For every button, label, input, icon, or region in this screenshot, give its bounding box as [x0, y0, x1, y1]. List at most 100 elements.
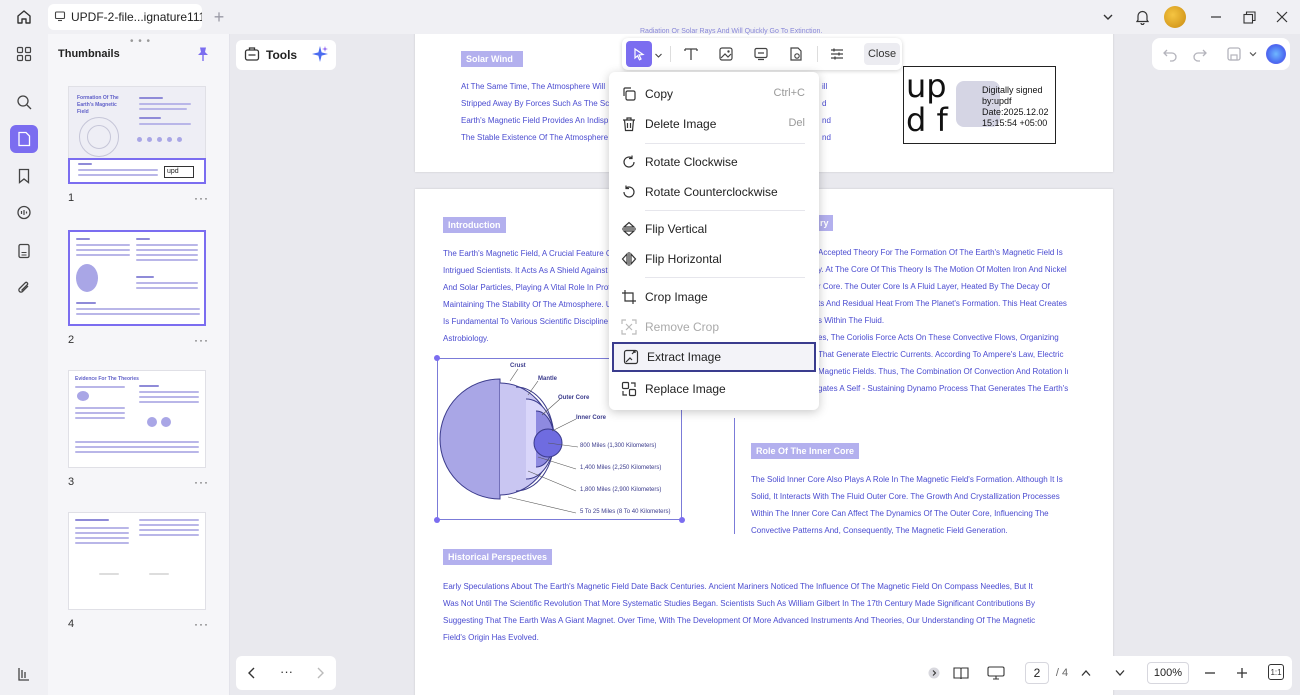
reading-mode-icon[interactable] — [952, 662, 970, 684]
layers-icon[interactable] — [10, 660, 38, 688]
thumbnail-page-4[interactable] — [68, 512, 206, 610]
edit-image-toolbar: Close — [622, 38, 902, 70]
resize-handle[interactable] — [679, 517, 685, 523]
page-up-icon[interactable] — [1078, 662, 1094, 684]
thumbnail-page-2[interactable] — [68, 230, 206, 326]
previous-icon[interactable] — [246, 666, 258, 683]
thumb-line — [136, 244, 198, 246]
toolbox-icon[interactable] — [244, 46, 260, 65]
text-tool-icon[interactable] — [678, 41, 704, 67]
chevron-down-icon[interactable] — [1100, 6, 1116, 28]
avatar[interactable] — [1164, 6, 1186, 28]
zoom-in-icon[interactable] — [1234, 662, 1250, 684]
page1-right-fragment: nd — [822, 116, 831, 125]
redo-icon[interactable] — [1192, 46, 1208, 65]
bookmark-icon[interactable] — [10, 162, 38, 190]
signature-line: 15:15:54 +05:00 — [982, 118, 1048, 128]
toolbar-divider — [670, 46, 671, 62]
ai-assistant-icon[interactable] — [1266, 44, 1286, 64]
thumb-line — [139, 401, 199, 403]
comment-icon[interactable] — [10, 199, 38, 227]
intro-line: Astrobiology. — [443, 334, 489, 343]
thumb-more-button[interactable]: ··· — [194, 191, 209, 205]
close-edit-button[interactable]: Close — [864, 43, 900, 65]
menu-item-delete-image[interactable]: Delete Image Del — [609, 109, 819, 139]
search-icon[interactable] — [10, 88, 38, 116]
restore-icon[interactable] — [1240, 6, 1258, 28]
save-options-chevron-icon[interactable] — [1248, 48, 1258, 62]
thumb-page-number: 4 — [68, 618, 75, 630]
pointer-dropdown-chevron-icon[interactable] — [654, 49, 663, 63]
menu-item-copy[interactable]: Copy Ctrl+C — [609, 79, 819, 109]
theory-line: gates A Self - Sustaining Dynamo Process… — [818, 384, 1068, 393]
presentation-icon[interactable] — [986, 662, 1006, 684]
panel-grip[interactable]: • • • — [130, 36, 151, 47]
view-controls-bar: / 4 1:1 — [920, 656, 1292, 690]
thumb-line — [76, 308, 200, 310]
select-pointer-icon[interactable] — [626, 41, 652, 67]
menu-item-flip-vertical[interactable]: Flip Vertical — [609, 214, 819, 244]
document-tab[interactable]: UPDF-2-file...ignature111 — [48, 4, 202, 30]
new-tab-button[interactable]: + — [210, 7, 228, 27]
heading-theory-fragment: ry — [818, 215, 833, 231]
grid-view-icon[interactable] — [10, 40, 38, 68]
label-inner-core: Inner Core — [576, 415, 607, 421]
thumbnail-page-3[interactable]: Evidence For The Theories — [68, 370, 206, 468]
thumb-more-button[interactable]: ··· — [194, 617, 209, 631]
menu-item-crop-image[interactable]: Crop Image — [609, 282, 819, 312]
zoom-out-icon[interactable] — [1202, 662, 1218, 684]
page-thumbnails-icon[interactable] — [10, 125, 38, 153]
save-icon[interactable] — [1226, 46, 1242, 65]
menu-item-remove-crop[interactable]: Remove Crop — [609, 312, 819, 342]
menu-item-replace-image[interactable]: Replace Image — [609, 374, 819, 404]
tools-button[interactable]: Tools — [266, 48, 297, 62]
home-icon[interactable] — [12, 6, 36, 28]
bell-icon[interactable] — [1133, 6, 1151, 28]
zoom-level-select[interactable]: 100% — [1147, 662, 1189, 684]
thumb-line — [139, 524, 199, 526]
menu-divider — [645, 143, 805, 144]
thumb-line — [136, 276, 154, 278]
intro-line: And Solar Particles, Playing A Vital Rol… — [443, 283, 609, 292]
current-page-input[interactable]: 2 — [1025, 662, 1049, 684]
signature-line: by:updf — [982, 96, 1012, 106]
ai-sparkle-icon[interactable] — [311, 45, 329, 66]
minimize-icon[interactable] — [1208, 6, 1224, 28]
pin-icon[interactable] — [196, 46, 210, 65]
thumb-line — [136, 249, 198, 251]
menu-item-flip-horizontal[interactable]: Flip Horizontal — [609, 244, 819, 274]
menu-item-rotate-clockwise[interactable]: Rotate Clockwise — [609, 147, 819, 177]
next-icon[interactable] — [314, 666, 326, 683]
image-tool-icon[interactable] — [713, 41, 739, 67]
properties-sliders-icon[interactable] — [824, 41, 850, 67]
menu-item-extract-image[interactable]: Extract Image — [612, 342, 816, 372]
thumb-more-button[interactable]: ··· — [194, 475, 209, 489]
actual-size-button[interactable]: 1:1 — [1268, 664, 1284, 680]
link-tool-icon[interactable] — [748, 41, 774, 67]
paperclip-icon[interactable] — [10, 274, 38, 302]
intro-line: The Earth's Magnetic Field, A Crucial Fe… — [443, 249, 609, 258]
thumb-line — [139, 97, 163, 99]
page-down-icon[interactable] — [1112, 662, 1128, 684]
image-context-menu: Copy Ctrl+C Delete Image Del Rotate Cloc… — [609, 72, 819, 410]
resize-handle[interactable] — [434, 355, 440, 361]
undo-icon[interactable] — [1162, 46, 1178, 65]
digital-signature[interactable]: upd f Digitally signed by:updf Date:2025… — [903, 66, 1056, 144]
thumb-line — [139, 123, 191, 125]
menu-item-label: Delete Image — [645, 117, 717, 131]
menu-item-rotate-counterclockwise[interactable]: Rotate Counterclockwise — [609, 177, 819, 207]
close-window-icon[interactable] — [1273, 6, 1291, 28]
rotate-clockwise-icon — [621, 154, 637, 170]
collapse-arrow-icon[interactable] — [928, 662, 940, 684]
more-options-button[interactable]: ··· — [280, 664, 293, 679]
resize-handle[interactable] — [434, 517, 440, 523]
menu-item-label: Replace Image — [645, 382, 726, 396]
thumb-line — [76, 244, 130, 246]
watermark-tool-icon[interactable] — [783, 41, 809, 67]
theory-line: ts And Residual Heat From The Planet's F… — [818, 299, 1067, 308]
thumb-more-button[interactable]: ··· — [194, 333, 209, 347]
thumbnail-page-1-lower[interactable]: upd — [68, 158, 206, 184]
attachment-page-icon[interactable] — [10, 237, 38, 265]
signature-details: Digitally signed by:updf Date:2025.12.02… — [982, 85, 1049, 129]
page1-top-fragment: Radiation Or Solar Rays And Will Quickly… — [640, 28, 823, 35]
